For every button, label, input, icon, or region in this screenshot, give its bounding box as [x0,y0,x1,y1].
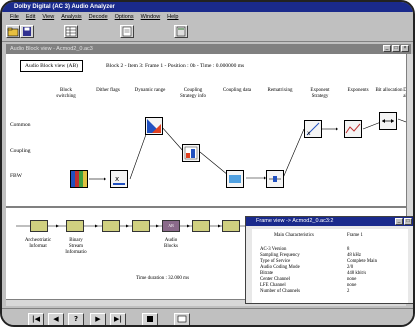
coupling-data-icon [229,175,241,183]
coupling-strategy-node[interactable] [182,144,200,162]
row-key: Type of Service [260,259,291,264]
row-value: none [347,283,357,288]
frame-view-minimize-button[interactable]: _ [395,218,403,225]
frame-view-controls: _ □ [395,218,412,225]
record-button[interactable] [174,313,190,325]
menu-analysis[interactable]: Analysis [61,14,81,22]
maximize-button[interactable]: □ [392,45,400,52]
child-window-controls: _ □ × [383,45,409,52]
rematrixing-node[interactable] [266,170,284,188]
menu-view[interactable]: View [42,14,54,22]
menu-options[interactable]: Options [115,14,134,22]
app-window: Dolby Digital (AC 3) Audio Analyzer File… [0,0,415,327]
save-button[interactable] [20,25,34,38]
record-icon [177,315,187,323]
app-title: Dolby Digital (AC 3) Audio Analyzer [14,4,115,10]
help-button[interactable]: ? [68,313,84,325]
stream-node-1[interactable] [30,220,48,232]
document-icon [122,26,132,37]
next-button[interactable]: ▶ [90,313,106,325]
row-value: none [347,277,357,282]
stop-button[interactable] [142,313,158,325]
menu-decode[interactable]: Decode [89,14,108,22]
coupling-data-node[interactable] [226,170,244,188]
child-window-title: Audio Block view - Acmod2_0.ac3 [10,46,93,52]
row-key: Sampling Frequency [260,253,300,258]
menu-edit[interactable]: Edit [26,14,35,22]
exponent-strategy-node[interactable]: x [304,120,322,138]
dynamic-range-icon [147,119,161,133]
row-key: LFE Channel [260,283,286,288]
menu-window[interactable]: Window [141,14,161,22]
navigation-bar: |◀ ◀ ? ▶ ▶| [2,308,413,325]
close-button[interactable]: × [401,45,409,52]
row-value: 2 [347,289,350,294]
dither-flags-node[interactable]: x [110,170,128,188]
label-audio-blocks: Audio Blocks [164,238,178,249]
svg-text:x: x [115,175,119,183]
row-value: 2/0 [347,265,354,270]
stream-node-ab[interactable]: AB [162,220,180,232]
dynamic-range-node[interactable] [145,117,163,135]
frame-view-title-bar: Frame view -> Acmod2_0.ac3:2 _ □ [246,217,413,226]
exponents-node[interactable] [344,120,362,138]
menu-file[interactable]: File [10,14,19,22]
stream-node-2[interactable] [66,220,84,232]
row-value: 48 kHz [347,253,361,258]
exponent-strategy-icon: x [306,122,320,137]
row-value: 8 [347,247,350,252]
calculator-icon [176,26,186,37]
time-duration: Time duration : 32.000 ms [136,276,190,281]
previous-button[interactable]: ◀ [48,313,64,325]
stream-node-3[interactable] [102,220,120,232]
stop-icon [147,316,153,322]
child-window-title-bar: Audio Block view - Acmod2_0.ac3 _ □ × [6,44,411,54]
svg-text:x: x [307,130,311,137]
app-title-bar: Dolby Digital (AC 3) Audio Analyzer [2,2,413,12]
audio-block-view: Audio Block view (AB) Block 2 - Item 3: … [6,54,407,206]
frame-view-window: Frame view -> Acmod2_0.ac3:2 _ □ Main Ch… [245,216,413,304]
row-key: AC-3 Version [260,247,287,252]
rematrixing-icon [269,176,281,182]
label-binary-stream: Binary Stream Informatio [65,238,87,255]
grid-icon [65,26,77,37]
row-value: Complete Main [347,259,377,264]
label-archeotriatic: Archeotriatic Informat [24,238,52,249]
row-key: Center Channel [260,277,290,282]
bit-allocation-node[interactable] [379,112,397,130]
exponents-icon [345,123,361,134]
toolbar [2,22,413,42]
open-file-button[interactable] [6,25,20,38]
block-switching-node[interactable] [70,170,88,188]
stream-node-4[interactable] [132,220,150,232]
row-key: Bitrate [260,271,274,276]
minimize-button[interactable]: _ [383,45,391,52]
disk-icon [23,27,31,36]
coupling-strategy-icon [184,146,198,160]
grid-view-button[interactable] [64,25,78,38]
frame-view-title: Frame view -> Acmod2_0.ac3:2 [256,218,334,224]
document-button[interactable] [120,25,134,38]
stream-node-6[interactable] [192,220,210,232]
calculator-button[interactable] [174,25,188,38]
menu-help[interactable]: Help [167,14,178,22]
first-button[interactable]: |◀ [28,313,44,325]
row-key: Audio Coding Mode [260,265,300,270]
header-value: Frame 1 [347,233,363,238]
row-value: 448 kbit/s [347,271,367,276]
folder-icon [7,27,19,37]
frame-view-table: Main Characteristics Frame 1 AC-3 Versio… [252,229,408,303]
dither-icon: x [113,175,125,185]
last-button[interactable]: ▶| [110,313,126,325]
bit-allocation-icon [382,119,394,123]
header-key: Main Characteristics [274,233,314,238]
frame-view-maximize-button[interactable]: □ [404,218,412,225]
menu-bar: File Edit View Analysis Decode Options W… [2,12,413,22]
stream-node-7[interactable] [222,220,240,232]
row-key: Number of Channels [260,289,300,294]
